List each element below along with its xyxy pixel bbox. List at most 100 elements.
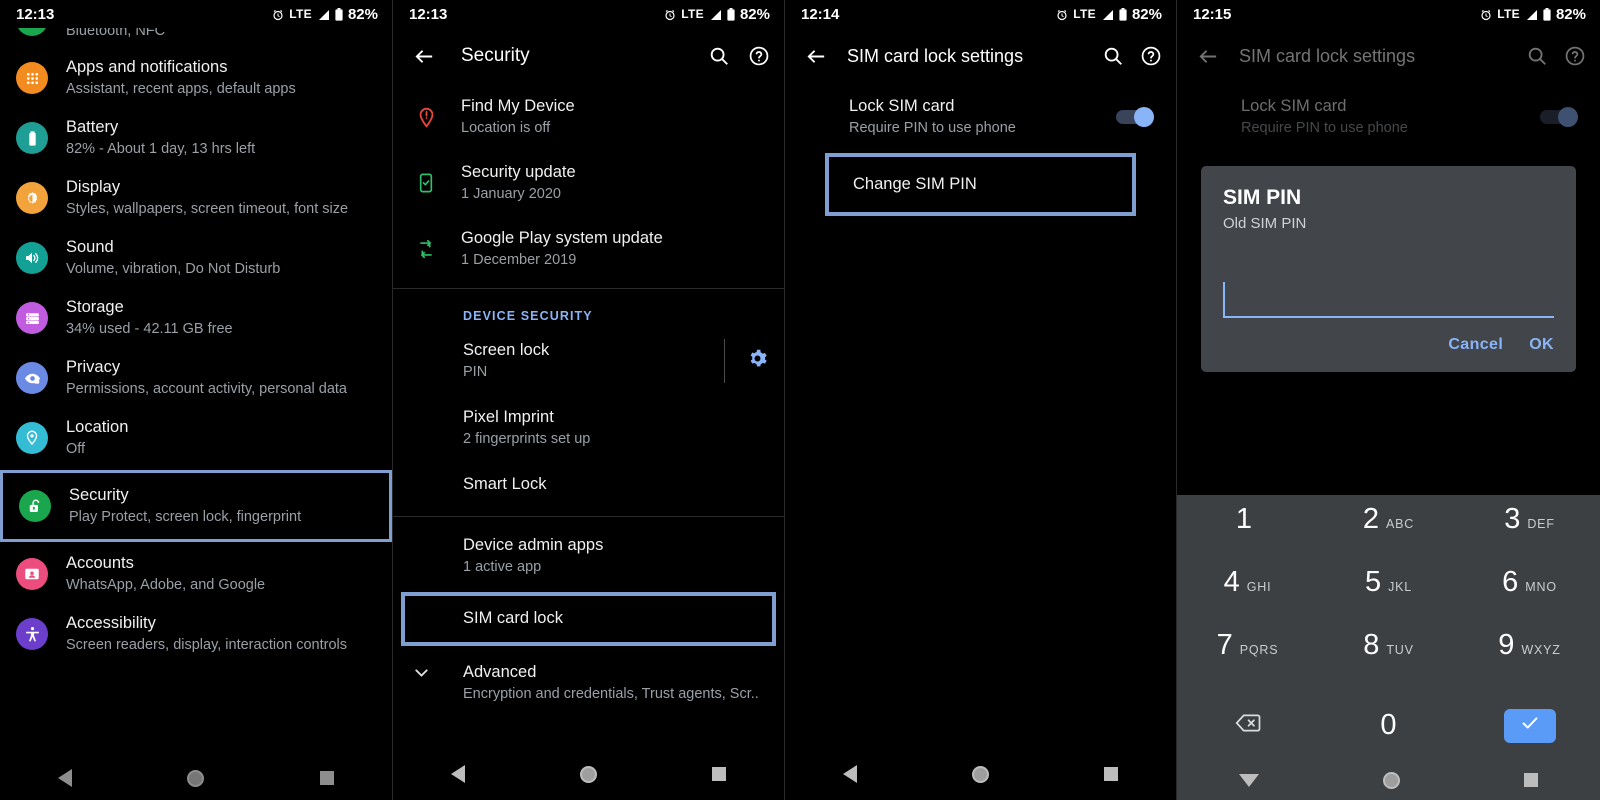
network-type: LTE [1497,7,1520,21]
lock-sim-toggle[interactable] [1540,106,1578,127]
back-arrow-icon[interactable] [1191,39,1225,73]
list-item[interactable]: Find My Device Location is off [393,84,784,150]
search-icon[interactable] [708,45,730,67]
back-arrow-icon[interactable] [799,39,833,73]
nav-home-button[interactable] [1383,771,1400,789]
list-item-smart-lock[interactable]: Smart Lock [393,462,784,510]
list-item-device-admin[interactable]: Device admin apps 1 active app [393,523,784,590]
list-item-lock-sim-card[interactable]: Lock SIM card Require PIN to use phone [785,84,1176,149]
nav-home-button[interactable] [971,765,989,783]
list-item-cut-off[interactable]: Connected devices Bluetooth, NFC [0,28,392,48]
key-2[interactable]: 2 ABC [1318,505,1459,568]
eye-lock-icon [16,362,48,394]
key-8[interactable]: 8 TUV [1318,631,1459,694]
list-item[interactable]: Battery 82% - About 1 day, 13 hrs left [0,108,392,168]
list-item-subtitle: 2 fingerprints set up [463,431,591,448]
list-item-subtitle: 82% - About 1 day, 13 hrs left [66,140,256,157]
list-item-subtitle: Screen readers, display, interaction con… [66,636,348,653]
nav-recents-button[interactable] [320,771,335,785]
battery-status-icon [335,7,343,21]
nav-recents-button[interactable] [712,767,727,781]
network-type: LTE [681,7,704,21]
panel-sim-pin-dialog: 12:15 LTE 82% SIM card lock settings Loc… [1176,0,1600,800]
phone-check-icon [411,172,441,194]
lock-sim-toggle[interactable] [1116,106,1154,127]
list-item[interactable]: Storage 34% used - 42.11 GB free [0,288,392,348]
list-item-title: Google Play system update [461,229,663,248]
nav-back-button[interactable] [450,765,465,783]
search-icon[interactable] [1102,45,1124,67]
list-item-advanced[interactable]: Advanced Encryption and credentials, Tru… [393,648,784,717]
list-item[interactable]: Accounts WhatsApp, Adobe, and Google [0,544,392,604]
alarm-icon [664,8,676,21]
battery-icon [16,122,48,154]
chevron-down-icon[interactable] [411,662,432,688]
key-letters: WXYZ [1521,643,1561,657]
speaker-icon [16,242,48,274]
list-item[interactable]: Privacy Permissions, account activity, p… [0,348,392,408]
list-item[interactable]: Google Play system update 1 December 201… [393,216,784,282]
nav-recents-button[interactable] [1524,773,1538,787]
gear-icon[interactable] [747,348,768,374]
search-icon[interactable] [1526,45,1548,67]
key-0[interactable]: 0 [1318,694,1459,757]
storage-icon [16,302,48,334]
sim-pin-input[interactable] [1223,278,1554,318]
key-9[interactable]: 9 WXYZ [1459,631,1600,694]
nav-back-button[interactable] [842,765,857,783]
key-backspace[interactable] [1177,694,1318,757]
list-item[interactable]: Sound Volume, vibration, Do Not Disturb [0,228,392,288]
list-item-pixel-imprint[interactable]: Pixel Imprint 2 fingerprints set up [393,395,784,462]
list-item-sim-card-lock-highlighted[interactable]: SIM card lock [401,592,776,646]
list-item-lock-sim-card[interactable]: Lock SIM card Require PIN to use phone [1177,84,1600,149]
key-5[interactable]: 5 JKL [1318,568,1459,631]
navigation-bar [1177,757,1600,800]
ok-button[interactable]: OK [1529,336,1554,354]
nav-recents-button[interactable] [1104,767,1119,781]
brightness-icon [16,182,48,214]
nav-home-button[interactable] [579,765,597,783]
key-letters: TUV [1386,643,1414,657]
page-title: Security [461,45,530,66]
list-item-title: Accounts [66,554,134,573]
nav-home-button[interactable] [187,769,205,787]
list-item[interactable]: Display Styles, wallpapers, screen timeo… [0,168,392,228]
help-icon[interactable] [748,45,770,67]
list-item-title: Apps and notifications [66,58,228,77]
list-item-screen-lock[interactable]: Screen lock PIN [393,327,784,395]
key-enter[interactable] [1459,694,1600,757]
key-4[interactable]: 4 GHI [1177,568,1318,631]
list-item-title: SIM card lock [463,609,563,628]
key-7[interactable]: 7 PQRS [1177,631,1318,694]
help-icon[interactable] [1140,45,1162,67]
list-item[interactable]: Security update 1 January 2020 [393,150,784,216]
button-change-sim-pin-highlighted[interactable]: Change SIM PIN [825,153,1136,217]
battery-percent: 82% [739,5,770,23]
app-bar: SIM card lock settings [785,28,1176,84]
back-arrow-icon[interactable] [407,39,441,73]
key-6[interactable]: 6 MNO [1459,568,1600,631]
nav-back-button[interactable] [57,769,72,787]
key-1[interactable]: 1 [1177,505,1318,568]
battery-percent: 82% [347,5,378,23]
find-device-icon [411,106,441,129]
alarm-icon [1480,8,1492,21]
network-type: LTE [289,7,312,21]
list-item-title: Security [69,486,129,505]
list-item-title: Pixel Imprint [463,408,554,426]
cancel-button[interactable]: Cancel [1448,336,1503,354]
key-letters: PQRS [1239,643,1279,657]
key-3[interactable]: 3 DEF [1459,505,1600,568]
list-item-title: Lock SIM card [1241,97,1347,115]
sim-pin-dialog: SIM PIN Old SIM PIN Cancel OK [1201,166,1576,372]
divider [393,288,784,289]
nav-hide-keyboard-button[interactable] [1239,773,1259,787]
checkmark-icon [1519,712,1541,739]
bluetooth-icon [16,28,48,36]
list-item[interactable]: Location Off [0,408,392,468]
list-item-security-highlighted[interactable]: Security Play Protect, screen lock, fing… [0,470,392,542]
enter-key-button[interactable] [1503,708,1556,743]
list-item[interactable]: Accessibility Screen readers, display, i… [0,604,392,664]
help-icon[interactable] [1564,45,1586,67]
list-item[interactable]: Apps and notifications Assistant, recent… [0,48,392,108]
